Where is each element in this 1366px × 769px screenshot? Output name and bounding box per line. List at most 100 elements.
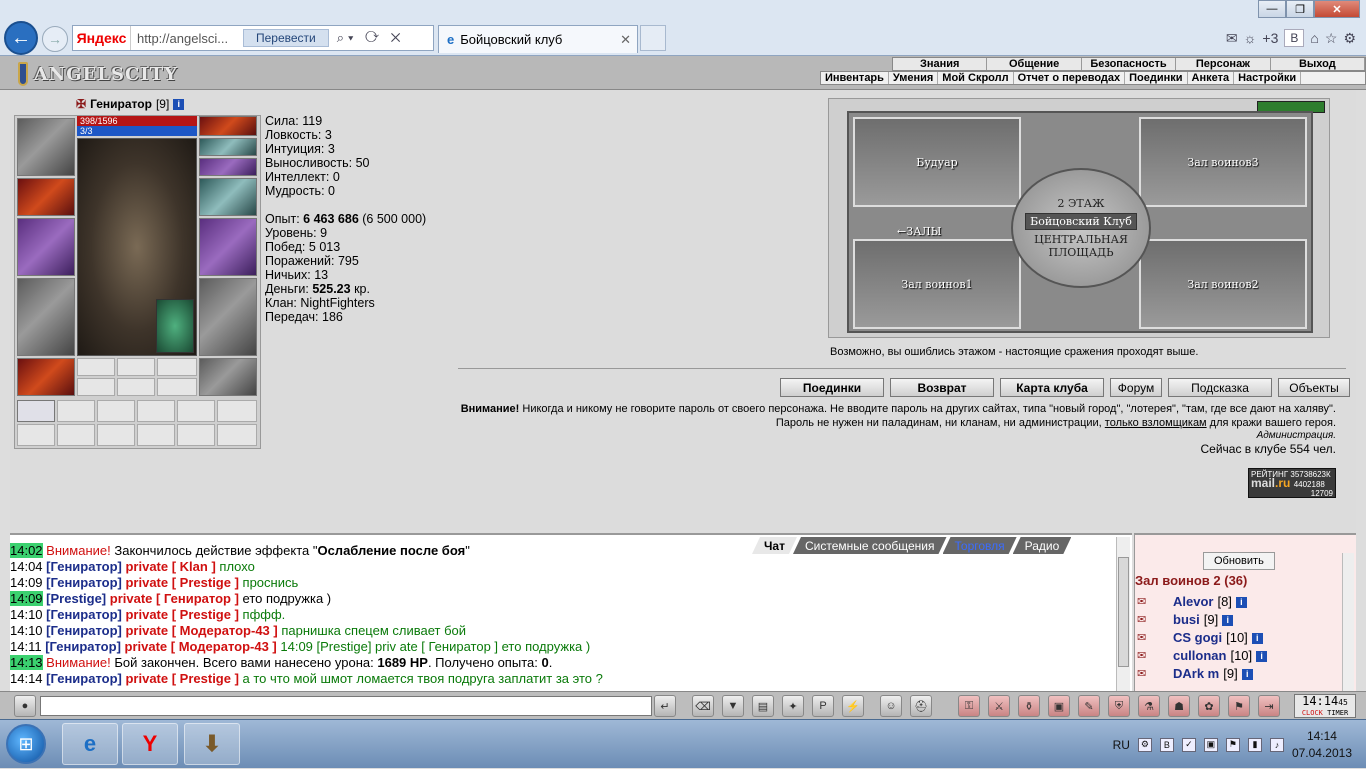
minimize-button[interactable]: — (1258, 0, 1286, 18)
room-warriors-1[interactable]: Зал воинов1 (853, 239, 1021, 329)
user-list-item[interactable]: ✉ DArk m [9] i (1137, 665, 1267, 683)
leggings-slot[interactable] (199, 278, 257, 356)
log-icon[interactable]: ▤ (752, 695, 774, 717)
translate-button[interactable]: Перевести (243, 29, 329, 47)
private-message-icon[interactable]: ✉ (1137, 611, 1157, 629)
submenu-scroll[interactable]: Мой Скролл (938, 72, 1014, 84)
scroll-slot-1[interactable] (17, 400, 55, 422)
user-list-item[interactable]: ✉ Alevor [8] i (1137, 593, 1267, 611)
clear-icon[interactable]: ⌫ (692, 695, 714, 717)
rune-slot-4[interactable] (77, 378, 115, 396)
private-message-icon[interactable]: ✉ (1137, 665, 1157, 683)
scroll-slot-8[interactable] (57, 424, 95, 446)
rune-slot-5[interactable] (117, 378, 155, 396)
url-text[interactable]: http://angelsci... (131, 31, 243, 46)
address-bar[interactable]: Яндекс http://angelsci... Перевести ⌕▾ ⟳… (72, 25, 434, 51)
flag-icon-tray[interactable]: ⚑ (1225, 737, 1240, 752)
forward-button[interactable]: → (42, 26, 68, 52)
tab-close-icon[interactable]: ✕ (620, 32, 631, 48)
message-private-target[interactable]: private [ Prestige ] (122, 607, 243, 622)
helmet-icon[interactable]: ⛑ (910, 695, 932, 717)
scroll-slot-4[interactable] (137, 400, 175, 422)
tab-system-messages[interactable]: Системные сообщения (793, 537, 947, 554)
message-author[interactable]: [Prestige] (46, 591, 106, 606)
tray-icon-1[interactable]: ⚙ (1137, 737, 1152, 752)
chest-icon[interactable]: ▣ (1048, 695, 1070, 717)
private-icon[interactable]: P (812, 695, 834, 717)
menu-exit[interactable]: Выход (1271, 58, 1366, 70)
private-message-icon[interactable]: ✉ (1137, 629, 1157, 647)
flag-icon[interactable]: ⚑ (1228, 695, 1250, 717)
message-author[interactable]: [Гениратор] (45, 639, 121, 654)
message-time[interactable]: 14:10 (10, 623, 43, 638)
hackers-link[interactable]: только взломщикам (1105, 417, 1207, 429)
network-icon[interactable]: ▮ (1247, 737, 1262, 752)
helmet-slot[interactable] (17, 118, 75, 176)
tab-trade[interactable]: Торговля (943, 537, 1017, 554)
rune-slot-1[interactable] (77, 358, 115, 376)
submenu-profile[interactable]: Анкета (1188, 72, 1235, 84)
submenu-fights[interactable]: Поединки (1125, 72, 1188, 84)
belt-slot[interactable] (17, 358, 75, 396)
gloves-slot[interactable] (199, 178, 257, 216)
clan-icon[interactable]: ☗ (1168, 695, 1190, 717)
scroll-slot-12[interactable] (217, 424, 257, 446)
tray-icon-3[interactable]: ✓ (1181, 737, 1196, 752)
flower-icon[interactable]: ✿ (1198, 695, 1220, 717)
hint-button[interactable]: Подсказка (1168, 378, 1272, 397)
armor-slot[interactable] (17, 278, 75, 356)
message-private-target[interactable]: private [ Prestige ] (122, 575, 243, 590)
favorites-icon[interactable]: ☆ (1325, 30, 1338, 47)
walk-icon[interactable]: ✦ (782, 695, 804, 717)
message-time[interactable]: 14:02 (10, 543, 43, 558)
shield-icon[interactable]: ⛨ (1108, 695, 1130, 717)
chat-scrollbar[interactable] (1116, 537, 1130, 691)
info-icon[interactable]: i (1251, 632, 1263, 644)
message-private-target[interactable]: private [ Prestige ] (122, 671, 243, 686)
message-author[interactable]: [Гениратор] (46, 623, 122, 638)
tab-fight-club[interactable]: e Бойцовский клуб ✕ (438, 25, 638, 53)
ie-taskbar-icon[interactable]: e (62, 723, 118, 765)
club-map-button[interactable]: Карта клуба (1000, 378, 1104, 397)
message-time[interactable]: 14:13 (10, 655, 43, 670)
fights-button[interactable]: Поединки (780, 378, 884, 397)
close-button[interactable]: ✕ (1314, 0, 1360, 18)
return-button[interactable]: Возврат (890, 378, 994, 397)
yandex-taskbar-icon[interactable]: Y (122, 723, 178, 765)
bracers-slot[interactable] (17, 178, 75, 216)
user-name[interactable]: busi (1173, 611, 1200, 629)
room-warriors-3[interactable]: Зал воинов3 (1139, 117, 1307, 207)
system-clock[interactable]: 14:14 07.04.2013 (1292, 728, 1352, 762)
menu-communication[interactable]: Общение (987, 58, 1082, 70)
menu-security[interactable]: Безопасность (1082, 58, 1177, 70)
boots-slot[interactable] (199, 358, 257, 396)
scroll-icon[interactable]: ✎ (1078, 695, 1100, 717)
tray-icon-2[interactable]: B (1159, 737, 1174, 752)
potion-icon[interactable]: ⚗ (1138, 695, 1160, 717)
rune-slot-2[interactable] (117, 358, 155, 376)
speed-icon[interactable]: ⚡ (842, 695, 864, 717)
rune-slot-3[interactable] (157, 358, 197, 376)
weapon-left-slot[interactable] (17, 218, 75, 276)
game-logo[interactable]: ANGELSCITY (18, 60, 178, 88)
message-private-target[interactable]: private [ Модератор-43 ] (122, 623, 281, 638)
back-button[interactable]: ← (4, 21, 38, 55)
user-name[interactable]: CS gogi (1173, 629, 1222, 647)
message-author[interactable]: [Гениратор] (46, 559, 122, 574)
menu-character[interactable]: Персонаж (1176, 58, 1271, 70)
submenu-inventory[interactable]: Инвентарь (821, 72, 889, 84)
fight-club-link[interactable]: Бойцовский Клуб (1025, 213, 1137, 230)
chat-input[interactable] (40, 696, 652, 716)
mail-icon[interactable]: ✉ (1226, 30, 1238, 47)
volume-icon[interactable]: ♪ (1269, 737, 1284, 752)
message-author[interactable]: [Гениратор] (46, 575, 122, 590)
settings-icon[interactable]: ⚙ (1343, 30, 1356, 47)
central-square-link[interactable]: ЦЕНТРАЛЬНАЯ ПЛОЩАДЬ (1013, 233, 1149, 259)
bag-icon[interactable]: ⚱ (1018, 695, 1040, 717)
message-author[interactable]: [Гениратор] (46, 607, 122, 622)
message-private-target[interactable]: private [ Klan ] (122, 559, 220, 574)
scroll-slot-3[interactable] (97, 400, 135, 422)
scroll-slot-10[interactable] (137, 424, 175, 446)
home-icon[interactable]: ⌂ (1310, 30, 1318, 46)
scroll-slot-7[interactable] (17, 424, 55, 446)
